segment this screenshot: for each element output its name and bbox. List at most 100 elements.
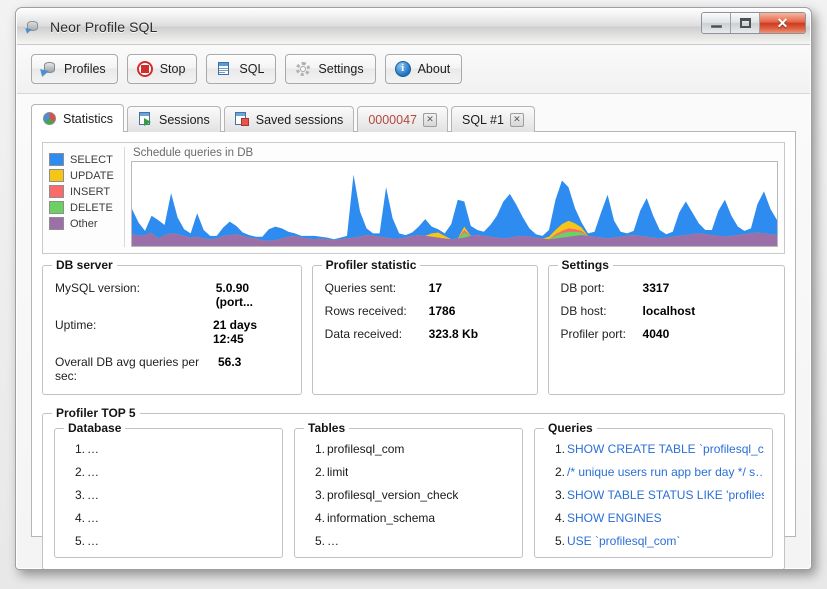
maximize-icon: [739, 18, 751, 28]
schedule-queries-area-chart: [132, 174, 777, 246]
tab-sql-1-label: SQL #1: [461, 112, 504, 127]
tab-saved-sessions-label: Saved sessions: [255, 112, 344, 127]
tab-sessions-label: Sessions: [159, 112, 210, 127]
db-server-title: DB server: [52, 258, 117, 272]
data-received-value: 323.8 Kb: [428, 327, 479, 341]
maximize-button[interactable]: [731, 13, 760, 33]
list-item-text: profilesql_com: [327, 442, 405, 456]
tab-statistics[interactable]: Statistics: [31, 104, 125, 132]
list-item-number: 3.: [315, 488, 326, 502]
top5-database-group: Database 1. … 2. … 3. … 4. … 5. …: [54, 421, 283, 558]
mysql-version-value: 5.0.90 (port...: [215, 281, 254, 309]
list-item-number: 5.: [315, 534, 326, 548]
list-item-text: …: [87, 488, 99, 502]
chart-plot-wrapper: Schedule queries in DB: [131, 147, 778, 247]
minimize-button[interactable]: [702, 13, 731, 33]
sql-button[interactable]: SQL: [206, 54, 277, 84]
top5-tables-title: Tables: [304, 421, 350, 435]
legend-item-delete: DELETE: [49, 201, 124, 214]
settings-row: DB host: localhost: [561, 304, 772, 318]
query-link[interactable]: SHOW ENGINES: [567, 511, 662, 525]
tab-close-icon[interactable]: ✕: [422, 112, 437, 127]
tab-bar: Statistics Sessions Saved sessions 00000…: [31, 104, 796, 132]
settings-row: DB port: 3317: [561, 281, 772, 295]
db-server-row: MySQL version: 5.0.90 (port...: [55, 281, 289, 309]
list-item-text: limit: [327, 465, 349, 479]
about-button-label: About: [417, 62, 451, 76]
statistics-panel: SELECT UPDATE INSERT DELETE Other Schedu…: [31, 132, 796, 569]
legend-swatch-delete: [49, 201, 64, 214]
list-item: 4. information_schema: [303, 511, 514, 525]
list-item-number: 4.: [315, 511, 326, 525]
list-item-number: 2.: [315, 465, 326, 479]
legend-swatch-select: [49, 153, 64, 166]
list-item-text: profilesql_version_check: [327, 488, 459, 502]
legend-label-other: Other: [70, 217, 98, 230]
list-item-text: …: [327, 534, 339, 548]
pie-chart-icon: [42, 111, 57, 126]
query-link[interactable]: /* unique users run app ber day */ s…: [567, 465, 764, 479]
title-bar: Neor Profile SQL ✕: [17, 9, 810, 45]
queries-sent-label: Queries sent:: [324, 281, 397, 295]
mysql-version-label: MySQL version:: [55, 281, 140, 295]
tab-session-0000047[interactable]: 0000047 ✕: [357, 106, 448, 132]
tab-sessions[interactable]: Sessions: [127, 106, 221, 132]
window-title: Neor Profile SQL: [50, 18, 158, 35]
list-item-text: …: [87, 442, 99, 456]
app-database-arrow-icon: [25, 18, 43, 36]
list-item-text: information_schema: [327, 511, 436, 525]
query-link[interactable]: SHOW CREATE TABLE `profilesql_co…: [567, 442, 764, 456]
chart-legend: SELECT UPDATE INSERT DELETE Other: [49, 147, 125, 247]
db-server-row: Uptime: 21 days 12:45: [55, 318, 289, 346]
tab-statistics-label: Statistics: [63, 111, 114, 126]
window-controls: ✕: [701, 12, 806, 34]
list-item-number: 5.: [555, 534, 566, 548]
settings-group: Settings DB port: 3317 DB host: localhos…: [547, 258, 785, 395]
about-button[interactable]: i About: [384, 54, 463, 84]
list-item-number: 2.: [75, 465, 86, 479]
list-item-number: 5.: [75, 534, 86, 548]
db-host-label: DB host:: [560, 304, 607, 318]
stop-button[interactable]: Stop: [126, 54, 198, 84]
legend-label-delete: DELETE: [70, 201, 113, 214]
list-item-number: 2.: [555, 465, 566, 479]
main-toolbar: Profiles Stop SQL Settings i About: [17, 45, 810, 94]
list-item-number: 1.: [315, 442, 326, 456]
profiler-port-label: Profiler port:: [560, 327, 626, 341]
legend-label-update: UPDATE: [70, 169, 114, 182]
sql-button-label: SQL: [239, 62, 265, 76]
list-item-number: 3.: [555, 488, 566, 502]
tab-saved-sessions[interactable]: Saved sessions: [223, 106, 355, 132]
profiler-top5-group: Profiler TOP 5 Database 1. … 2. … 3. … 4…: [42, 406, 785, 569]
profiler-statistic-row: Queries sent: 17: [325, 281, 525, 295]
db-port-label: DB port:: [560, 281, 605, 295]
legend-item-insert: INSERT: [49, 185, 124, 198]
settings-button-label: Settings: [318, 62, 364, 76]
profiler-top5-title: Profiler TOP 5: [52, 406, 140, 420]
profiler-statistic-title: Profiler statistic: [321, 258, 421, 272]
db-port-value: 3317: [642, 281, 670, 295]
tab-session-0000047-label: 0000047: [368, 112, 417, 127]
list-item: 5. USE `profilesql_com`: [543, 534, 764, 548]
tab-sql-1[interactable]: SQL #1 ✕: [450, 106, 535, 132]
top5-tables-group: Tables 1. profilesql_com 2. limit 3. pro…: [294, 421, 523, 558]
sql-document-icon: [216, 61, 232, 77]
list-item: 2. limit: [303, 465, 514, 479]
close-button[interactable]: ✕: [760, 13, 805, 33]
settings-button[interactable]: Settings: [285, 54, 376, 84]
query-link[interactable]: USE `profilesql_com`: [567, 534, 680, 548]
legend-item-update: UPDATE: [49, 169, 124, 182]
rows-received-label: Rows received:: [324, 304, 407, 318]
rows-received-value: 1786: [428, 304, 456, 318]
profiler-statistic-row: Data received: 323.8 Kb: [325, 327, 525, 341]
profiler-port-value: 4040: [642, 327, 670, 341]
list-item: 3. SHOW TABLE STATUS LIKE 'profilesql…: [543, 488, 764, 502]
list-item-text: …: [87, 465, 99, 479]
list-item-text: …: [87, 534, 99, 548]
query-link[interactable]: SHOW TABLE STATUS LIKE 'profilesql…: [567, 488, 764, 502]
session-page-icon: [138, 112, 153, 127]
avg-queries-value: 56.3: [218, 355, 242, 369]
tab-close-icon[interactable]: ✕: [509, 112, 524, 127]
window-inner-frame: Neor Profile SQL ✕ Profiles Stop SQL Set…: [16, 8, 811, 569]
profiles-button[interactable]: Profiles: [31, 54, 118, 84]
